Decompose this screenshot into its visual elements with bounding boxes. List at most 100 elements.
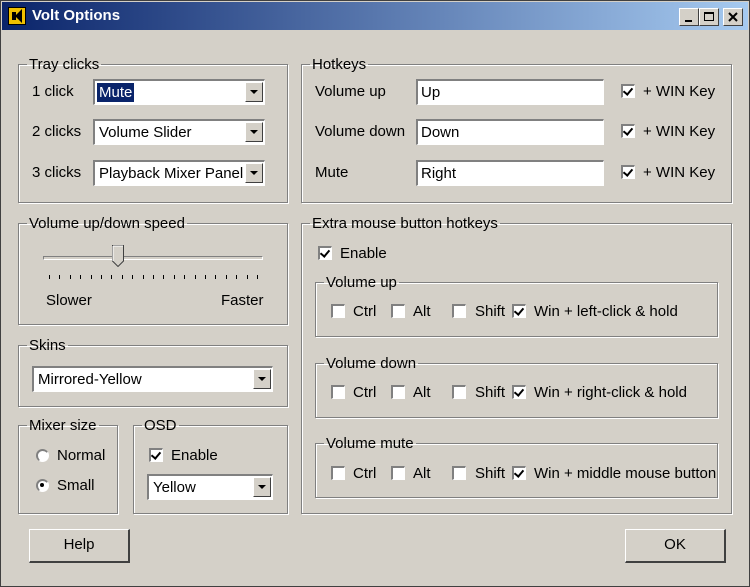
slider-tick [246,275,248,279]
speed-legend: Volume up/down speed [29,215,185,232]
maximize-button[interactable] [699,8,719,26]
maximize-icon [704,12,714,21]
hotkey-mute-win-checkbox[interactable] [621,165,635,179]
slider-tick [225,275,227,279]
extra-volmute-alt-checkbox[interactable] [391,466,405,480]
slider-tick [163,275,165,279]
slider-tick [173,275,175,279]
slider-tick [205,275,206,279]
extra-voldown-legend: Volume down [326,355,417,372]
tray-2click-label: 2 clicks [32,123,82,140]
extra-volmute-ctrl-checkbox[interactable] [331,466,345,480]
extra-volup-shift-checkbox[interactable] [452,304,466,318]
slider-tick [153,275,154,279]
slider-tick [101,275,102,279]
slider-tick [90,275,92,279]
close-button[interactable] [723,8,743,26]
mixer-size-legend: Mixer size [29,417,97,434]
mixer-normal-radio[interactable] [36,449,49,462]
osd-color-select[interactable]: Yellow [147,474,273,500]
mixer-size-group: Mixer size [18,417,118,514]
extra-volup-ctrl-checkbox[interactable] [331,304,345,318]
extra-enable-label: Enable [340,245,387,262]
hotkey-voldown-label: Volume down [315,123,406,140]
tray-2click-value: Volume Slider [99,124,192,141]
speed-slider-track[interactable] [43,256,263,260]
close-icon [728,12,738,22]
hotkey-voldown-value: Down [421,124,460,141]
hotkey-volup-input[interactable]: Up [416,79,604,105]
speed-slower-label: Slower [46,292,92,309]
extra-volup-win-label: Win + left-click & hold [534,303,678,320]
speaker-icon [8,7,26,25]
extra-voldown-win-label: Win + right-click & hold [534,384,687,401]
tray-3click-select[interactable]: Playback Mixer Panel [93,160,265,186]
slider-tick [215,275,217,279]
hotkey-voldown-win-label: + WIN Key [643,123,716,140]
slider-tick [132,275,134,279]
extra-voldown-alt-checkbox[interactable] [391,385,405,399]
chevron-down-icon[interactable] [245,82,263,102]
mixer-small-radio[interactable] [36,479,49,492]
extra-volmute-alt-label: Alt [413,465,431,482]
slider-tick [194,275,196,279]
hotkey-mute-input[interactable]: Right [416,160,604,186]
extra-voldown-ctrl-checkbox[interactable] [331,385,345,399]
minimize-icon [685,20,692,22]
hotkey-mute-label: Mute [315,164,349,181]
slider-tick [257,275,258,279]
osd-legend: OSD [144,417,177,434]
extra-voldown-shift-checkbox[interactable] [452,385,466,399]
skins-select[interactable]: Mirrored-Yellow [32,366,273,392]
extra-voldown-alt-label: Alt [413,384,431,401]
extra-volup-legend: Volume up [326,274,397,291]
slider-tick [69,275,71,279]
hotkeys-legend: Hotkeys [312,56,367,73]
osd-enable-checkbox[interactable] [149,448,163,462]
slider-tick [111,275,113,279]
speed-faster-label: Faster [221,292,264,309]
skins-value: Mirrored-Yellow [38,371,142,388]
chevron-down-icon[interactable] [245,163,263,183]
speed-slider-thumb[interactable] [111,245,124,267]
extra-enable-checkbox[interactable] [318,246,332,260]
extra-volmute-shift-label: Shift [475,465,506,482]
slider-tick [49,275,50,279]
minimize-button[interactable] [679,8,699,26]
extra-volup-ctrl-label: Ctrl [353,303,377,320]
help-button[interactable]: Help [29,529,130,563]
slider-tick [121,275,123,279]
slider-tick [236,275,238,279]
tray-1click-value: Mute [95,82,136,103]
extra-volmute-win-checkbox[interactable] [512,466,526,480]
tray-2click-select[interactable]: Volume Slider [93,119,265,145]
hotkey-voldown-input[interactable]: Down [416,119,604,145]
window-title: Volt Options [32,7,121,24]
slider-tick [59,275,61,279]
options-window: Volt Options Tray clicks 1 click Mute 2 … [0,0,750,587]
hotkey-mute-value: Right [421,165,457,182]
chevron-down-icon[interactable] [253,369,271,389]
extra-volup-win-checkbox[interactable] [512,304,526,318]
extra-volup-alt-label: Alt [413,303,431,320]
osd-color-value: Yellow [153,479,196,496]
extra-volmute-legend: Volume mute [326,435,414,452]
skins-legend: Skins [29,337,66,354]
extra-voldown-ctrl-label: Ctrl [353,384,377,401]
chevron-down-icon[interactable] [253,477,271,497]
extra-volmute-ctrl-label: Ctrl [353,465,377,482]
hotkey-voldown-win-checkbox[interactable] [621,124,635,138]
extra-volup-alt-checkbox[interactable] [391,304,405,318]
hotkey-volup-win-label: + WIN Key [643,83,716,100]
tray-1click-select[interactable]: Mute [93,79,265,105]
hotkey-volup-label: Volume up [315,83,386,100]
extra-volmute-shift-checkbox[interactable] [452,466,466,480]
tray-3click-label: 3 clicks [32,164,82,181]
title-bar[interactable]: Volt Options [2,2,748,30]
hotkey-volup-value: Up [421,84,441,101]
extra-volup-shift-label: Shift [475,303,506,320]
ok-button[interactable]: OK [625,529,726,563]
hotkey-volup-win-checkbox[interactable] [621,84,635,98]
extra-voldown-win-checkbox[interactable] [512,385,526,399]
chevron-down-icon[interactable] [245,122,263,142]
